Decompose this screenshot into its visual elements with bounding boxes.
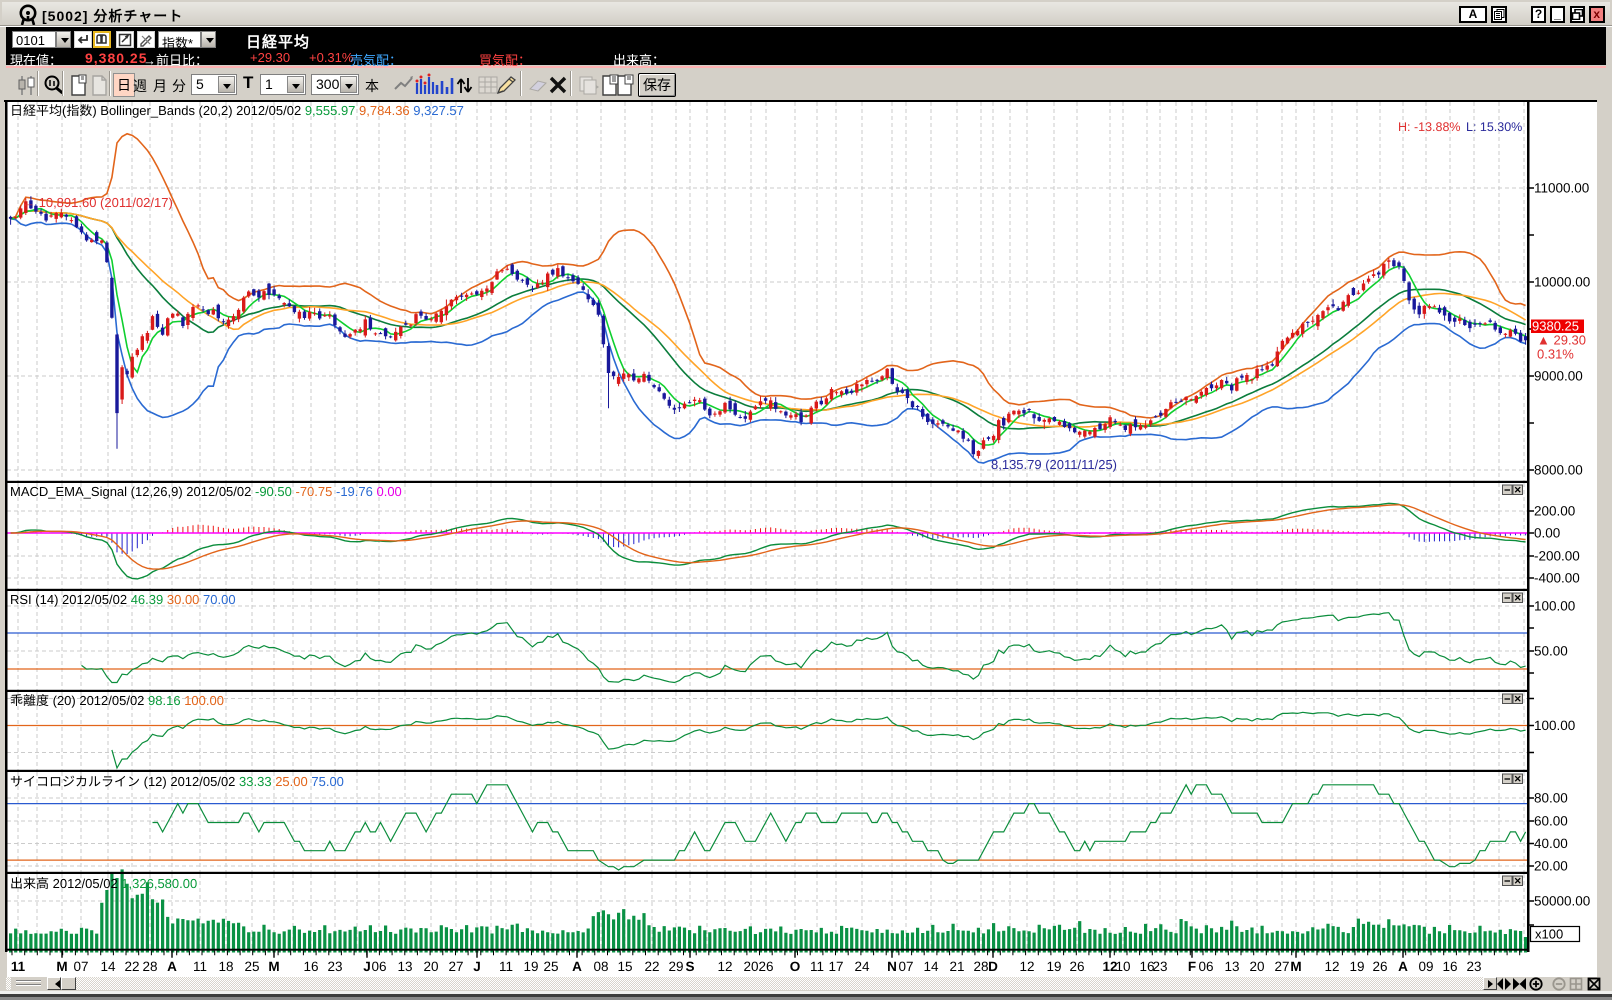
- svg-text:-200.00: -200.00: [1534, 549, 1580, 564]
- svg-text:07: 07: [898, 959, 913, 974]
- svg-text:14: 14: [923, 959, 939, 974]
- svg-text:M: M: [268, 959, 279, 974]
- svg-text:14: 14: [100, 959, 116, 974]
- svg-text:A: A: [1398, 959, 1408, 974]
- svg-text:22: 22: [644, 959, 659, 974]
- svg-text:23: 23: [327, 959, 342, 974]
- svg-text:19: 19: [1046, 959, 1061, 974]
- svg-text:10: 10: [1115, 959, 1130, 974]
- svg-text:06: 06: [1198, 959, 1213, 974]
- svg-text:サイコロジカルライン (12) 2012/05/02 33.: サイコロジカルライン (12) 2012/05/02 33.33 25.00 7…: [10, 774, 344, 789]
- svg-text:27: 27: [1274, 959, 1289, 974]
- svg-text:日経平均(指数) Bollinger_Bands (20,2: 日経平均(指数) Bollinger_Bands (20,2) 2012/05/…: [10, 103, 464, 118]
- svg-text:11: 11: [810, 959, 824, 974]
- svg-text:26: 26: [758, 959, 773, 974]
- svg-text:出来高 2012/05/02 1,326,580.00: 出来高 2012/05/02 1,326,580.00: [10, 876, 197, 891]
- svg-text:12: 12: [717, 959, 732, 974]
- svg-text:07: 07: [73, 959, 88, 974]
- svg-text:11: 11: [11, 959, 26, 974]
- svg-text:MACD_EMA_Signal (12,26,9) 2012: MACD_EMA_Signal (12,26,9) 2012/05/02 -90…: [10, 484, 402, 499]
- svg-text:A: A: [572, 959, 582, 974]
- svg-text:21: 21: [949, 959, 964, 974]
- svg-text:26: 26: [1069, 959, 1084, 974]
- svg-text:20.00: 20.00: [1534, 859, 1568, 874]
- svg-text:25: 25: [543, 959, 558, 974]
- svg-text:09: 09: [1418, 959, 1433, 974]
- svg-text:08: 08: [593, 959, 608, 974]
- svg-text:25: 25: [244, 959, 259, 974]
- svg-text:23: 23: [1466, 959, 1481, 974]
- svg-text:S: S: [685, 959, 694, 974]
- svg-text:D: D: [988, 959, 998, 974]
- svg-text:13: 13: [397, 959, 412, 974]
- svg-text:15: 15: [617, 959, 632, 974]
- svg-text:200.00: 200.00: [1534, 504, 1575, 519]
- svg-text:x100: x100: [1535, 927, 1563, 942]
- svg-text:11000.00: 11000.00: [1534, 181, 1589, 196]
- svg-text:100.00: 100.00: [1534, 718, 1575, 733]
- svg-text:12: 12: [1019, 959, 1034, 974]
- svg-text:8,135.79 (2011/11/25): 8,135.79 (2011/11/25): [991, 457, 1117, 472]
- svg-text:28: 28: [142, 959, 157, 974]
- svg-text:50.00: 50.00: [1534, 644, 1568, 659]
- svg-text:50000.00: 50000.00: [1534, 894, 1590, 909]
- svg-text:80.00: 80.00: [1534, 791, 1568, 806]
- svg-text:29: 29: [668, 959, 683, 974]
- svg-text:24: 24: [854, 959, 870, 974]
- svg-text:M: M: [56, 959, 67, 974]
- svg-text:27: 27: [448, 959, 463, 974]
- svg-text:RSI (14) 2012/05/02 46.39 30.0: RSI (14) 2012/05/02 46.39 30.00 70.00: [10, 592, 236, 607]
- svg-text:0.00: 0.00: [1534, 526, 1560, 541]
- svg-text:A: A: [167, 959, 177, 974]
- svg-text:N: N: [887, 959, 897, 974]
- svg-text:23: 23: [1152, 959, 1167, 974]
- svg-text:26: 26: [1372, 959, 1387, 974]
- svg-text:L: 15.30%: L: 15.30%: [1466, 120, 1522, 134]
- svg-text:J: J: [473, 959, 481, 974]
- svg-text:28: 28: [973, 959, 988, 974]
- svg-text:11: 11: [499, 959, 513, 974]
- svg-text:100.00: 100.00: [1534, 599, 1575, 614]
- svg-text:20: 20: [1249, 959, 1264, 974]
- svg-text:16: 16: [1442, 959, 1457, 974]
- svg-text:20: 20: [743, 959, 758, 974]
- svg-text:F: F: [1188, 959, 1196, 974]
- svg-text:40.00: 40.00: [1534, 836, 1568, 851]
- svg-text:06: 06: [371, 959, 386, 974]
- svg-text:22: 22: [124, 959, 139, 974]
- svg-text:19: 19: [1349, 959, 1364, 974]
- svg-text:乖離度 (20) 2012/05/02 98.16 100.: 乖離度 (20) 2012/05/02 98.16 100.00: [10, 693, 224, 708]
- svg-text:16: 16: [303, 959, 318, 974]
- svg-text:-400.00: -400.00: [1534, 571, 1580, 586]
- svg-text:8000.00: 8000.00: [1534, 463, 1583, 478]
- svg-text:18: 18: [218, 959, 233, 974]
- svg-text:▲ 29.30: ▲ 29.30: [1537, 333, 1586, 348]
- svg-text:17: 17: [828, 959, 843, 974]
- svg-text:10000.00: 10000.00: [1534, 275, 1590, 290]
- svg-text:← 10,891.60 (2011/02/17): ← 10,891.60 (2011/02/17): [22, 195, 173, 210]
- svg-text:12: 12: [1324, 959, 1339, 974]
- svg-text:9380.25: 9380.25: [1532, 319, 1579, 334]
- svg-text:J: J: [363, 959, 371, 974]
- svg-text:M: M: [1290, 959, 1301, 974]
- svg-text:9000.00: 9000.00: [1534, 369, 1583, 384]
- svg-text:O: O: [790, 959, 801, 974]
- svg-text:19: 19: [523, 959, 538, 974]
- svg-text:13: 13: [1224, 959, 1239, 974]
- svg-text:H: -13.88%: H: -13.88%: [1398, 120, 1461, 134]
- svg-text:20: 20: [423, 959, 438, 974]
- svg-text:11: 11: [193, 959, 207, 974]
- svg-text:0.31%: 0.31%: [1537, 347, 1574, 362]
- svg-text:60.00: 60.00: [1534, 814, 1568, 829]
